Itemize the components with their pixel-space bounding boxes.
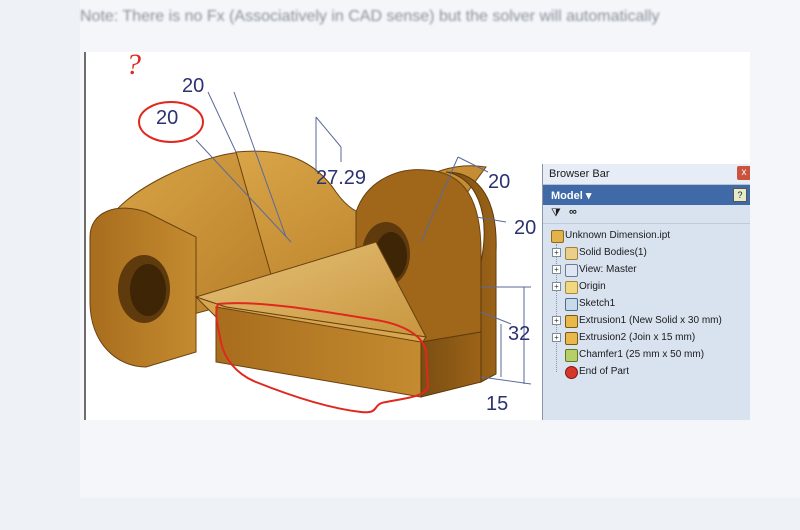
cad-screenshot: 20 20 27.29 20 20 32 15 ? Browser Bar x …	[84, 52, 750, 420]
dimension-32: 32	[508, 323, 530, 345]
browser-bar-header: Model ▾ ?	[543, 185, 750, 205]
tree-item-part[interactable]: Unknown Dimension.ipt	[543, 227, 750, 244]
chamfer-icon	[565, 349, 578, 362]
tree-item-label: Sketch1	[579, 298, 616, 309]
expand-icon[interactable]: +	[552, 248, 561, 257]
dimension-27-29: 27.29	[316, 167, 366, 189]
binoculars-icon[interactable]: ∞	[569, 206, 577, 218]
tree-item-label: Chamfer1 (25 mm x 50 mm)	[579, 349, 705, 360]
dimension-20-right-upper: 20	[488, 171, 510, 193]
folder-icon	[565, 281, 578, 294]
model-dropdown[interactable]: Model ▾	[551, 189, 591, 202]
tree-item-view-master[interactable]: + View: Master	[543, 261, 750, 278]
tree-item-label: Extrusion1 (New Solid x 30 mm)	[579, 315, 722, 326]
dimension-20-top: 20	[182, 75, 204, 97]
dimension-15: 15	[486, 393, 508, 415]
browser-bar-title: Browser Bar	[549, 168, 610, 180]
red-question-mark: ?	[126, 52, 141, 81]
dimension-20-right-lower: 20	[514, 217, 536, 239]
browser-bar-titlebar: Browser Bar x	[543, 164, 750, 185]
tree-item-solid-bodies[interactable]: + Solid Bodies(1)	[543, 244, 750, 261]
view-icon	[565, 264, 578, 277]
extrusion-icon	[565, 332, 578, 345]
tree-item-label: End of Part	[579, 366, 630, 377]
tree-item-sketch1[interactable]: Sketch1	[543, 295, 750, 312]
tree-item-label: Origin	[579, 281, 606, 292]
expand-icon[interactable]: +	[552, 265, 561, 274]
extrusion-icon	[565, 315, 578, 328]
end-of-part-icon	[565, 366, 578, 379]
tree-item-extrusion1[interactable]: + Extrusion1 (New Solid x 30 mm)	[543, 312, 750, 329]
browser-bar-panel[interactable]: Browser Bar x Model ▾ ? ⧩ ∞ Unknown Dime…	[542, 164, 750, 420]
close-icon[interactable]: x	[737, 166, 750, 180]
browser-bar-toolbar: ⧩ ∞	[543, 205, 750, 224]
tree-item-extrusion2[interactable]: + Extrusion2 (Join x 15 mm)	[543, 329, 750, 346]
expand-icon[interactable]: +	[552, 282, 561, 291]
solid-bodies-icon	[565, 247, 578, 260]
filter-icon[interactable]: ⧩	[551, 207, 561, 220]
expand-icon[interactable]: +	[552, 316, 561, 325]
tree-item-origin[interactable]: + Origin	[543, 278, 750, 295]
tree-item-end-of-part[interactable]: End of Part	[543, 363, 750, 380]
tree-item-chamfer1[interactable]: Chamfer1 (25 mm x 50 mm)	[543, 346, 750, 363]
help-icon[interactable]: ?	[733, 188, 747, 202]
left-hole-depth	[130, 264, 166, 316]
tree-item-label: Unknown Dimension.ipt	[565, 230, 671, 241]
tree-item-label: Solid Bodies(1)	[579, 247, 647, 258]
model-tree: Unknown Dimension.ipt + Solid Bodies(1) …	[543, 224, 750, 380]
tree-item-label: Extrusion2 (Join x 15 mm)	[579, 332, 696, 343]
base-side	[420, 331, 482, 398]
dimension-20-circled: 20	[156, 107, 178, 129]
sketch-icon	[565, 298, 578, 311]
expand-icon[interactable]: +	[552, 333, 561, 342]
post-text: Note: There is no Fx (Associatively in C…	[80, 8, 660, 25]
part-icon	[551, 230, 564, 243]
tree-item-label: View: Master	[579, 264, 637, 275]
